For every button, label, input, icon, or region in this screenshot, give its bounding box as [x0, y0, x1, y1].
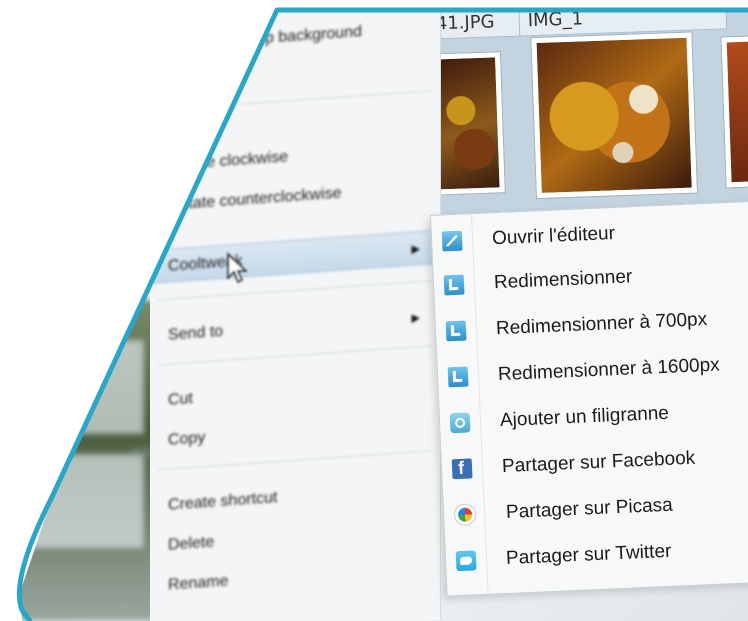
twitter-icon: [455, 550, 477, 572]
menu-item-label: Copy: [168, 429, 206, 449]
cooltweak-submenu: Ouvrir l'éditeur Redimensionner Redimens…: [430, 200, 748, 597]
watermark-icon: [449, 412, 471, 434]
submenu-arrow-icon: ▶: [411, 312, 420, 325]
menu-separator: [158, 280, 432, 301]
menu-item-label: Delete: [168, 533, 215, 554]
menu-item-label: Set as desktop background: [168, 23, 362, 54]
facebook-icon: [451, 458, 473, 480]
menu-item-label: Rename: [168, 572, 229, 594]
submenu-item-label: Partager sur Facebook: [501, 447, 696, 478]
thumbnail-filename[interactable]: IMG_1: [518, 9, 728, 37]
photo-frame: IMG_ 41.JPG IMG_1 Set as desktop backgro…: [18, 9, 748, 621]
menu-item-label: Rotate clockwise: [168, 148, 289, 174]
menu-item-label: Send to: [168, 322, 224, 344]
menu-item-label: Cut: [168, 389, 193, 409]
explorer-tiles: [30, 340, 144, 568]
submenu-item-share-picasa[interactable]: Partager sur Picasa: [443, 481, 748, 535]
picasa-icon: [453, 503, 477, 527]
submenu-item-label: Ajouter un filigranne: [499, 402, 670, 432]
resize-icon: [443, 274, 465, 296]
explorer-tile[interactable]: [30, 454, 144, 548]
submenu-item-label: Partager sur Twitter: [505, 540, 672, 569]
thumbnail-grid: 41.JPG IMG_1: [420, 9, 748, 215]
submenu-item-watermark[interactable]: Ajouter un filigranne: [439, 389, 748, 443]
menu-item-set-background[interactable]: Set as desktop background: [150, 10, 440, 64]
resize-icon: [447, 366, 469, 388]
submenu-item-share-facebook[interactable]: Partager sur Facebook: [441, 435, 748, 489]
submenu-item-share-twitter[interactable]: Partager sur Twitter: [445, 527, 748, 581]
menu-separator: [158, 90, 432, 111]
thumbnail-image-selected[interactable]: [531, 32, 697, 199]
submenu-item-label: Partager sur Picasa: [505, 494, 674, 523]
submenu-item-resize-700[interactable]: Redimensionner à 700px: [435, 297, 748, 351]
menu-item-send-to[interactable]: Send to ▶: [150, 300, 440, 354]
submenu-arrow-icon: ▶: [411, 243, 420, 256]
submenu-item-label: Redimensionner à 1600px: [497, 354, 721, 386]
menu-item-cooltweak[interactable]: Cooltweak ▶: [150, 229, 440, 284]
explorer-background: IMG_: [18, 300, 170, 621]
menu-item-label: Create shortcut: [168, 489, 278, 514]
thumbnail-image[interactable]: [429, 52, 505, 195]
explorer-tile[interactable]: [30, 340, 144, 434]
menu-item-rotate-counterclockwise[interactable]: Rotate counterclockwise: [150, 170, 440, 224]
submenu-item-resize-1600[interactable]: Redimensionner à 1600px: [437, 343, 748, 397]
thumbnail-image[interactable]: [721, 36, 748, 188]
submenu-item-label: Redimensionner à 700px: [495, 309, 708, 340]
context-menu: Set as desktop background Rotate clockwi…: [150, 9, 441, 621]
submenu-item-label: Ouvrir l'éditeur: [491, 222, 616, 250]
submenu-item-label: Redimensionner: [493, 266, 633, 294]
menu-item-label: Rotate counterclockwise: [168, 184, 342, 214]
resize-icon: [445, 320, 467, 342]
editor-icon: [441, 230, 463, 252]
mouse-cursor-icon: [227, 252, 248, 284]
